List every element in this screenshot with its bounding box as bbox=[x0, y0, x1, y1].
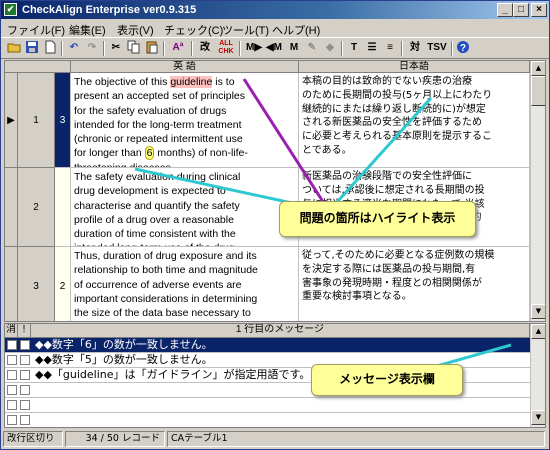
callout-message-pane: メッセージ表示欄 bbox=[311, 364, 463, 396]
callout-highlight: 問題の箇所はハイライト表示 bbox=[279, 201, 476, 237]
arrow-to-japanese-number bbox=[327, 96, 433, 213]
arrow-to-term bbox=[242, 78, 331, 212]
app-window: ✔ CheckAlign Enterprise ver0.9.315 _ □ ×… bbox=[0, 0, 550, 450]
